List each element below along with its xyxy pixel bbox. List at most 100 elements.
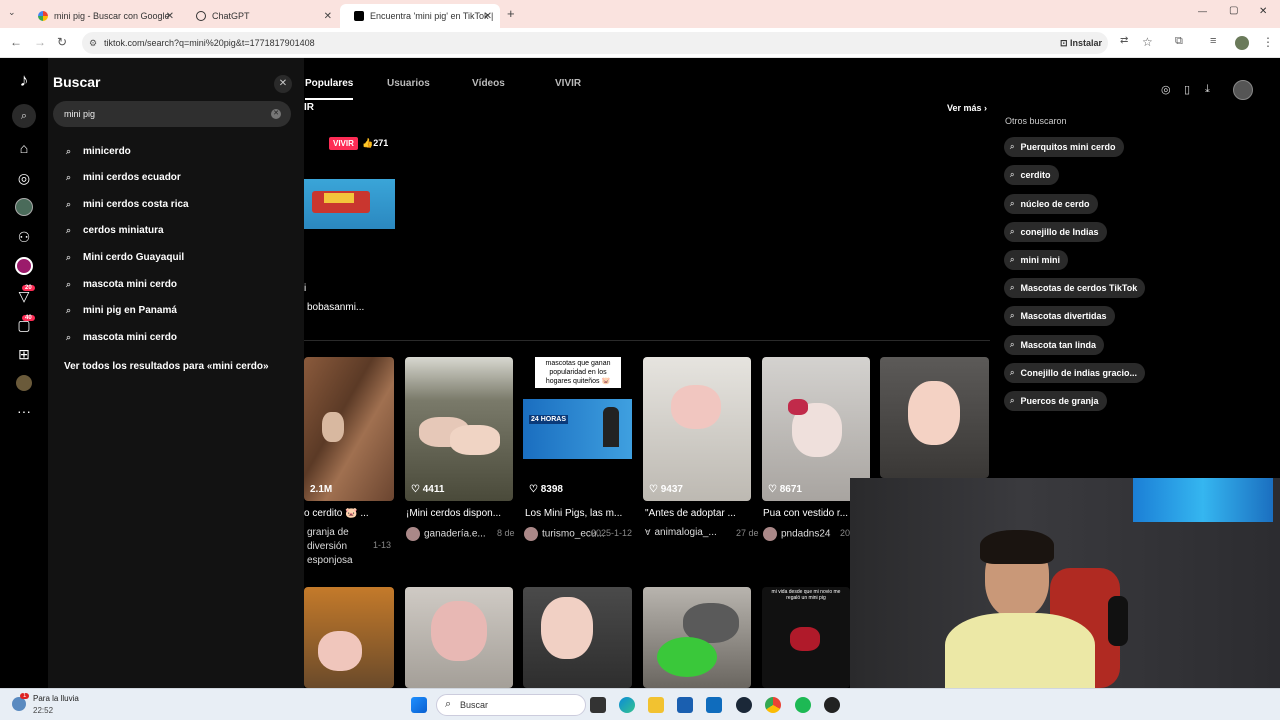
tab-vivir[interactable]: VIVIR — [555, 78, 581, 89]
more-icon[interactable]: ··· — [16, 403, 32, 419]
close-tab-icon[interactable]: ✕ — [324, 11, 332, 22]
related-chip[interactable]: ⌕ Mascota tan linda — [1004, 335, 1104, 355]
close-window-button[interactable]: ✕ — [1259, 6, 1267, 17]
spotify-icon[interactable] — [795, 697, 811, 713]
live-thumbnail[interactable] — [304, 179, 395, 229]
related-chip[interactable]: ⌕ Puerquitos mini cerdo — [1004, 137, 1124, 157]
weather-icon[interactable] — [12, 697, 26, 711]
windows-start-icon[interactable] — [411, 697, 427, 713]
user-avatar[interactable] — [1233, 80, 1253, 100]
taskbar-search[interactable]: ⌕ Buscar — [436, 694, 586, 716]
video-title[interactable]: Los Mini Pigs, las m... — [525, 508, 635, 519]
suggestion-item[interactable]: ⌕ mini pig en Panamá — [66, 305, 177, 316]
reload-icon[interactable]: ↻ — [57, 35, 67, 49]
video-title[interactable]: o cerdito 🐷 ... — [304, 508, 396, 519]
search-input[interactable] — [64, 106, 264, 122]
video-card-thumbnail[interactable]: mascotas que ganan popularidad en los ho… — [523, 357, 632, 501]
suggestion-item[interactable]: ⌕ mini cerdos costa rica — [66, 199, 189, 210]
video-user[interactable]: ∀ animalogia_... — [645, 527, 733, 538]
clear-search-icon[interactable]: ✕ — [271, 109, 281, 119]
see-all-results-link[interactable]: Ver todos los resultados para «mini cerd… — [64, 361, 269, 372]
suggestion-item[interactable]: ⌕ mini cerdos ecuador — [66, 172, 181, 183]
video-title[interactable]: ¡Mini cerdos dispon... — [406, 508, 516, 519]
tab-videos[interactable]: Vídeos — [472, 78, 505, 89]
edge-icon[interactable] — [619, 697, 635, 713]
following-avatar-icon[interactable] — [15, 198, 33, 216]
device-icon[interactable]: ▯ — [1184, 83, 1190, 96]
close-tab-icon[interactable]: ✕ — [166, 11, 174, 22]
friends-icon[interactable]: ⚇ — [16, 229, 32, 245]
see-more-link[interactable]: Ver más › — [947, 103, 987, 113]
video-title[interactable]: "Antes de adoptar ... — [645, 508, 755, 519]
suggestion-item[interactable]: ⌕ mascota mini cerdo — [66, 332, 177, 343]
maximize-button[interactable]: ▢ — [1229, 5, 1238, 16]
search-box[interactable]: ✕ — [53, 101, 291, 127]
browser-tab-google[interactable]: mini pig - Buscar con Google ✕ — [24, 4, 182, 28]
app-icon[interactable] — [824, 697, 840, 713]
close-tab-icon[interactable]: ✕ — [484, 11, 492, 22]
new-tab-button[interactable]: + — [507, 6, 515, 21]
related-chip[interactable]: ⌕ núcleo de cerdo — [1004, 194, 1098, 214]
video-user[interactable]: pndadns24 — [763, 527, 841, 541]
outlook-icon[interactable] — [706, 697, 722, 713]
related-chip[interactable]: ⌕ Conejillo de indias gracio... — [1004, 363, 1146, 383]
bookmark-star-icon[interactable]: ☆ — [1142, 35, 1153, 49]
store-icon[interactable] — [677, 697, 693, 713]
video-card-thumbnail[interactable] — [523, 587, 632, 688]
video-card-thumbnail[interactable]: ♡ 4411 — [405, 357, 513, 501]
upload-icon[interactable]: ⊞ — [16, 346, 32, 362]
video-card-thumbnail[interactable] — [643, 587, 751, 688]
video-title[interactable]: Pua con vestido r... — [763, 508, 849, 519]
translate-icon[interactable]: ⇄ — [1120, 35, 1128, 46]
back-icon[interactable]: ← — [10, 35, 22, 49]
tab-search-icon[interactable]: ≡ — [1210, 35, 1216, 47]
chrome-icon[interactable] — [765, 697, 781, 713]
video-user[interactable]: granja de diversión esponjosa — [307, 526, 367, 570]
search-icon[interactable]: ⌕ — [12, 104, 36, 128]
tab-list-icon[interactable]: ⌄ — [8, 7, 16, 18]
steam-icon[interactable] — [736, 697, 752, 713]
suggestion-item[interactable]: ⌕ cerdos miniatura — [66, 225, 164, 236]
home-icon[interactable]: ⌂ — [16, 140, 32, 156]
video-card-thumbnail[interactable]: 2.1M — [304, 357, 394, 501]
related-chip[interactable]: ⌕ Puercos de granja — [1004, 391, 1107, 411]
browser-tab-chatgpt[interactable]: ChatGPT ✕ — [182, 4, 340, 28]
url-field[interactable]: ⚙ tiktok.com/search?q=mini%20pig&t=17718… — [82, 32, 1108, 54]
related-chip[interactable]: ⌕ Mascotas de cerdos TikTok — [1004, 278, 1146, 298]
browser-tab-tiktok[interactable]: Encuentra 'mini pig' en TikTok | ✕ — [340, 4, 500, 28]
forward-icon[interactable]: → — [34, 35, 46, 49]
video-card-thumbnail[interactable]: ♡ 9437 — [643, 357, 751, 501]
creator-tools-icon[interactable]: ◎ — [1161, 83, 1171, 96]
live-icon[interactable] — [15, 257, 33, 275]
browser-menu-icon[interactable]: ⋮ — [1262, 35, 1274, 49]
download-icon[interactable]: ⤓ — [1205, 83, 1210, 96]
file-explorer-icon[interactable] — [648, 697, 664, 713]
related-chip[interactable]: ⌕ mini mini — [1004, 250, 1068, 270]
suggestion-item[interactable]: ⌕ minicerdo — [66, 146, 131, 157]
video-card-thumbnail[interactable] — [405, 587, 513, 688]
tiktok-logo-icon[interactable]: ♪ — [16, 71, 32, 89]
search-panel: Buscar ✕ ✕ ⌕ minicerdo ⌕ mini cerdos ecuad… — [48, 58, 304, 688]
video-card-thumbnail[interactable]: mi vida desde que mi novio me regaló un … — [762, 587, 850, 688]
related-chip[interactable]: ⌕ conejillo de Indias — [1004, 222, 1107, 242]
tab-populares[interactable]: Populares — [305, 78, 353, 89]
video-user[interactable]: ganadería.e... — [406, 527, 494, 541]
related-chip[interactable]: ⌕ Mascotas divertidas — [1004, 306, 1115, 326]
task-view-icon[interactable] — [590, 697, 606, 713]
video-card-thumbnail[interactable] — [304, 587, 394, 688]
close-search-button[interactable]: ✕ — [274, 75, 292, 93]
related-chip[interactable]: ⌕ cerdito — [1004, 165, 1059, 185]
install-button[interactable]: ⊡ Instalar — [1060, 32, 1102, 54]
explore-icon[interactable]: ◎ — [16, 170, 32, 186]
tab-usuarios[interactable]: Usuarios — [387, 78, 430, 89]
extensions-icon[interactable]: ⧉ — [1175, 35, 1183, 48]
site-info-icon[interactable]: ⚙ — [89, 32, 97, 54]
suggestion-item[interactable]: ⌕ Mini cerdo Guayaquil — [66, 252, 184, 263]
profile-avatar[interactable] — [16, 375, 32, 391]
live-username[interactable]: bobasanmi... — [307, 302, 364, 313]
minimize-button[interactable]: — — [1198, 6, 1207, 16]
suggestion-item[interactable]: ⌕ mascota mini cerdo — [66, 279, 177, 290]
bowl-image — [657, 637, 717, 677]
profile-avatar[interactable] — [1235, 36, 1249, 50]
video-card-thumbnail[interactable] — [880, 357, 989, 478]
